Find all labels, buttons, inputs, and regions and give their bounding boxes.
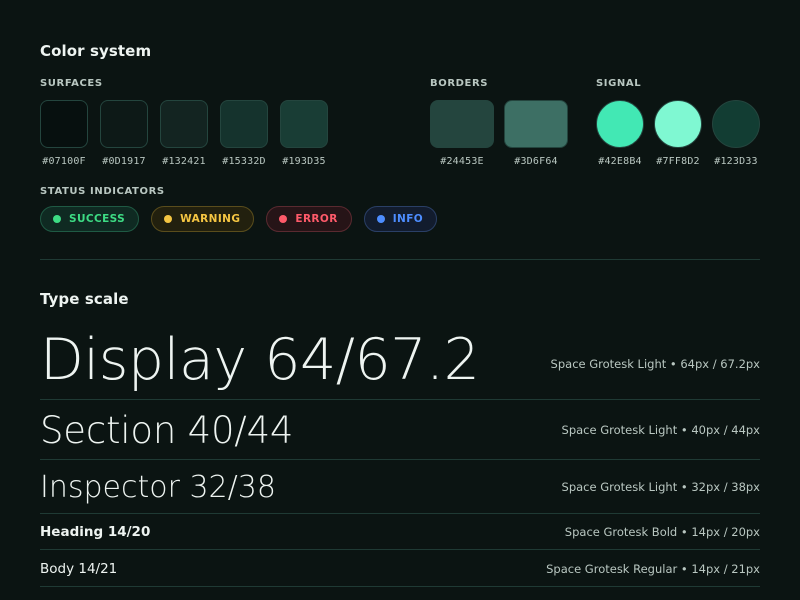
type-row-section: Section 40/44 Space Grotesk Light • 40px… bbox=[40, 402, 760, 458]
border-swatch-item: #3D6F64 bbox=[504, 100, 568, 167]
row-divider bbox=[40, 549, 760, 550]
signal-swatch-item: #7FF8D2 bbox=[654, 100, 702, 167]
signal-swatch-item: #42E8B4 bbox=[596, 100, 644, 167]
color-swatch[interactable] bbox=[596, 100, 644, 148]
type-row-body: Body 14/21 Space Grotesk Regular • 14px … bbox=[40, 552, 760, 585]
status-dot-icon bbox=[376, 215, 385, 223]
type-row-heading: Heading 14/20 Space Grotesk Bold • 14px … bbox=[40, 516, 760, 548]
type-sample: Body 14/21 bbox=[40, 560, 118, 577]
swatch-hex: #42E8B4 bbox=[598, 156, 642, 167]
borders-swatches: #24453E #3D6F64 bbox=[430, 100, 568, 167]
signal-label: SIGNAL bbox=[596, 78, 642, 89]
design-system-page: Color system SURFACES #07100F #0D1917 #1… bbox=[40, 0, 760, 600]
signal-swatch-item: #123D33 bbox=[712, 100, 760, 167]
row-divider bbox=[40, 586, 760, 587]
surface-swatch-item: #193D35 bbox=[280, 100, 328, 167]
color-system-title: Color system bbox=[40, 42, 152, 60]
row-divider bbox=[40, 399, 760, 400]
row-divider bbox=[40, 459, 760, 460]
swatch-hex: #24453E bbox=[440, 156, 484, 167]
swatch-hex: #07100F bbox=[42, 156, 86, 167]
status-pill-label: SUCCESS bbox=[69, 213, 126, 225]
type-sample: Section 40/44 bbox=[40, 408, 294, 452]
signal-swatches: #42E8B4 #7FF8D2 #123D33 bbox=[596, 100, 760, 167]
type-spec: Space Grotesk Light • 64px / 67.2px bbox=[550, 357, 760, 371]
color-swatch[interactable] bbox=[40, 100, 88, 148]
type-row-inspector: Inspector 32/38 Space Grotesk Light • 32… bbox=[40, 462, 760, 512]
type-spec: Space Grotesk Light • 32px / 38px bbox=[561, 480, 760, 494]
swatch-hex: #123D33 bbox=[714, 156, 758, 167]
status-pill-label: WARNING bbox=[180, 213, 241, 225]
swatch-hex: #0D1917 bbox=[102, 156, 146, 167]
swatch-hex: #3D6F64 bbox=[514, 156, 558, 167]
type-sample: Inspector 32/38 bbox=[40, 469, 276, 505]
type-spec: Space Grotesk Regular • 14px / 21px bbox=[546, 561, 760, 576]
color-swatch[interactable] bbox=[100, 100, 148, 148]
status-pill-warning[interactable]: WARNING bbox=[151, 206, 255, 232]
border-swatch-item: #24453E bbox=[430, 100, 494, 167]
status-dot-icon bbox=[164, 215, 173, 223]
status-pill-error[interactable]: ERROR bbox=[266, 206, 352, 232]
status-dot-icon bbox=[279, 215, 288, 223]
borders-label: BORDERS bbox=[430, 78, 489, 89]
surface-swatch-item: #132421 bbox=[160, 100, 208, 167]
swatch-hex: #7FF8D2 bbox=[656, 156, 700, 167]
type-scale-title: Type scale bbox=[40, 290, 129, 308]
surface-swatch-item: #07100F bbox=[40, 100, 88, 167]
color-swatch[interactable] bbox=[430, 100, 494, 148]
color-swatch[interactable] bbox=[654, 100, 702, 148]
swatch-hex: #132421 bbox=[162, 156, 206, 167]
status-pill-label: ERROR bbox=[295, 213, 338, 225]
row-divider bbox=[40, 513, 760, 514]
status-dot-icon bbox=[53, 215, 61, 223]
surfaces-swatches: #07100F #0D1917 #132421 #15332D #193D35 bbox=[40, 100, 328, 167]
status-pill-label: INFO bbox=[392, 213, 424, 225]
status-indicators-label: STATUS INDICATORS bbox=[40, 186, 165, 197]
color-swatch[interactable] bbox=[712, 100, 760, 148]
status-indicators: SUCCESS WARNING ERROR INFO bbox=[40, 206, 449, 232]
color-swatch[interactable] bbox=[504, 100, 568, 148]
status-pill-info[interactable]: INFO bbox=[363, 206, 438, 232]
surface-swatch-item: #0D1917 bbox=[100, 100, 148, 167]
swatch-hex: #193D35 bbox=[282, 156, 326, 167]
surfaces-label: SURFACES bbox=[40, 78, 103, 89]
type-row-display: Display 64/67.2 Space Grotesk Light • 64… bbox=[40, 322, 760, 398]
color-swatch[interactable] bbox=[220, 100, 268, 148]
type-spec: Space Grotesk Bold • 14px / 20px bbox=[564, 525, 760, 539]
color-swatch[interactable] bbox=[160, 100, 208, 148]
type-sample: Display 64/67.2 bbox=[40, 327, 480, 393]
swatch-hex: #15332D bbox=[222, 156, 266, 167]
type-spec: Space Grotesk Light • 40px / 44px bbox=[561, 423, 760, 437]
surface-swatch-item: #15332D bbox=[220, 100, 268, 167]
type-sample: Heading 14/20 bbox=[40, 524, 151, 540]
color-swatch[interactable] bbox=[280, 100, 328, 148]
section-divider bbox=[40, 259, 760, 260]
status-pill-success[interactable]: SUCCESS bbox=[40, 206, 140, 232]
